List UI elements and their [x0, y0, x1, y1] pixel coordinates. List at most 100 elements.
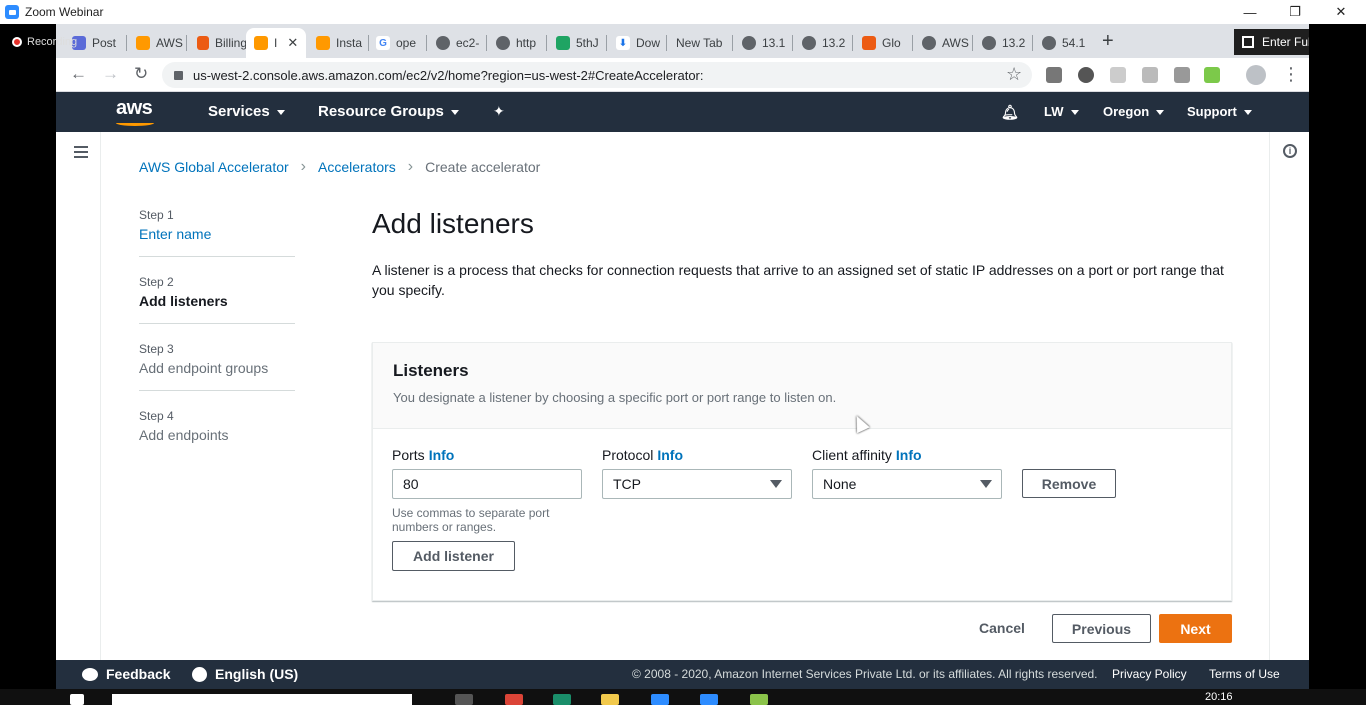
browser-tab[interactable]: 13.2: [974, 28, 1032, 58]
extension-icon[interactable]: [1078, 67, 1094, 83]
taskbar-app-icon[interactable]: [750, 694, 768, 705]
ports-info-link[interactable]: Info: [429, 447, 455, 463]
extension-icon[interactable]: [1174, 67, 1190, 83]
browser-tab[interactable]: New Tab: [668, 28, 732, 58]
privacy-policy-link[interactable]: Privacy Policy: [1112, 667, 1187, 681]
recording-indicator[interactable]: Recording: [12, 36, 77, 48]
tab-favicon-icon: [742, 36, 756, 50]
breadcrumb-global-accelerator[interactable]: AWS Global Accelerator: [139, 159, 289, 175]
tab-favicon-icon: [136, 36, 150, 50]
ports-hint: Use commas to separate port numbers or r…: [392, 506, 550, 534]
close-window-button[interactable]: ✕: [1318, 0, 1364, 24]
info-panel-icon[interactable]: i: [1283, 144, 1297, 158]
left-rail: [56, 132, 101, 660]
minimize-button[interactable]: —: [1227, 0, 1273, 24]
protocol-select[interactable]: TCP: [602, 469, 792, 499]
browser-tab[interactable]: 13.1: [734, 28, 792, 58]
maximize-button[interactable]: ❐: [1272, 0, 1318, 24]
listeners-panel-header: Listeners You designate a listener by ch…: [373, 343, 1231, 429]
browser-tab[interactable]: AWS: [128, 28, 186, 58]
reload-button[interactable]: ↻: [134, 64, 148, 84]
browser-tab[interactable]: ec2-: [428, 28, 486, 58]
taskbar-app-icon[interactable]: [651, 694, 669, 705]
extension-icon[interactable]: [1110, 67, 1126, 83]
copyright-text: © 2008 - 2020, Amazon Internet Services …: [632, 667, 1098, 681]
browser-tab-active[interactable]: I ✕: [246, 28, 306, 58]
zoom-taskbar-icon[interactable]: [700, 694, 718, 705]
bell-icon[interactable]: 🔔︎: [1001, 104, 1019, 121]
feedback-bubble-icon: [82, 667, 98, 681]
address-bar-row: ← → ↻ us-west-2.console.aws.amazon.com/e…: [56, 58, 1309, 92]
tab-favicon-icon: [436, 36, 450, 50]
listeners-description: You designate a listener by choosing a s…: [393, 390, 837, 405]
taskbar-search-box[interactable]: [112, 694, 412, 705]
browser-tab[interactable]: Gope: [368, 28, 426, 58]
globe-icon: [192, 666, 207, 682]
remove-listener-button[interactable]: Remove: [1022, 469, 1116, 498]
taskbar-app-icon[interactable]: [553, 694, 571, 705]
google-icon: G: [376, 36, 390, 50]
drive-icon: [556, 36, 570, 50]
account-menu[interactable]: LW: [1044, 104, 1079, 119]
url-bar[interactable]: us-west-2.console.aws.amazon.com/ec2/v2/…: [162, 62, 1032, 88]
browser-tab[interactable]: 13.2: [794, 28, 852, 58]
dropdown-arrow-icon: [770, 480, 782, 488]
forward-button[interactable]: →: [102, 64, 119, 84]
support-menu[interactable]: Support: [1187, 104, 1252, 119]
bookmark-star-icon[interactable]: ☆: [1006, 64, 1022, 85]
protocol-label: Protocol Info: [602, 447, 684, 463]
browser-tab[interactable]: Glo: [854, 28, 912, 58]
enter-full-screen-button[interactable]: Enter Full Screen: [1234, 29, 1309, 55]
protocol-info-link[interactable]: Info: [657, 447, 683, 463]
feedback-link[interactable]: Feedback: [82, 666, 171, 682]
browser-tab[interactable]: Insta: [308, 28, 366, 58]
browser-tab[interactable]: AWS: [914, 28, 972, 58]
browser-menu-icon[interactable]: ⋮: [1282, 64, 1300, 85]
chrome-icon[interactable]: [505, 694, 523, 705]
wizard-actions: Cancel Previous Next: [372, 614, 1232, 644]
windows-start-icon[interactable]: [70, 694, 84, 705]
profile-avatar[interactable]: [1246, 65, 1266, 85]
tab-favicon-icon: [316, 36, 330, 50]
aws-logo[interactable]: aws: [116, 97, 153, 120]
pin-icon[interactable]: ✦: [493, 103, 505, 120]
cancel-button[interactable]: Cancel: [979, 620, 1025, 636]
aws-top-nav: aws Services Resource Groups ✦ 🔔︎ LW Ore…: [56, 92, 1309, 132]
browser-tab[interactable]: ⬇ Dow: [608, 28, 666, 58]
client-affinity-info-link[interactable]: Info: [896, 447, 922, 463]
tab-close-icon[interactable]: ✕: [287, 35, 298, 51]
file-explorer-icon[interactable]: [601, 694, 619, 705]
terms-of-use-link[interactable]: Terms of Use: [1209, 667, 1280, 681]
next-button[interactable]: Next: [1159, 614, 1232, 643]
ports-input[interactable]: 80: [392, 469, 582, 499]
taskbar-clock: 20:16: [1205, 691, 1233, 703]
step-4: Step 4 Add endpoints: [139, 409, 295, 457]
step-1-link[interactable]: Enter name: [139, 226, 295, 242]
previous-button[interactable]: Previous: [1052, 614, 1151, 643]
new-tab-button[interactable]: +: [1102, 30, 1114, 53]
browser-tab[interactable]: 5thJ: [548, 28, 606, 58]
region-menu[interactable]: Oregon: [1103, 104, 1165, 119]
lock-icon: [174, 70, 183, 80]
breadcrumb-accelerators[interactable]: Accelerators: [318, 159, 396, 175]
language-selector[interactable]: English (US): [192, 666, 298, 682]
browser-tab[interactable]: 54.1: [1034, 28, 1092, 58]
hamburger-menu-icon[interactable]: [74, 146, 88, 161]
extension-icon[interactable]: [1142, 67, 1158, 83]
download-icon: ⬇: [616, 36, 630, 50]
client-affinity-select[interactable]: None: [812, 469, 1002, 499]
main-content: Add listeners A listener is a process th…: [372, 208, 1232, 601]
right-rail: i: [1269, 132, 1309, 660]
dropdown-arrow-icon: [980, 480, 992, 488]
back-button[interactable]: ←: [70, 64, 87, 84]
add-listener-button[interactable]: Add listener: [392, 541, 515, 571]
browser-tab[interactable]: http: [488, 28, 546, 58]
browser-tab[interactable]: Billing: [189, 28, 247, 58]
extension-icon[interactable]: [1204, 67, 1220, 83]
extension-icon[interactable]: [1046, 67, 1062, 83]
services-menu[interactable]: Services: [208, 103, 285, 120]
recording-label: Recording: [27, 36, 78, 48]
resource-groups-menu[interactable]: Resource Groups: [318, 103, 459, 120]
task-view-icon[interactable]: [455, 694, 473, 705]
aws-smile-icon: [116, 120, 154, 126]
